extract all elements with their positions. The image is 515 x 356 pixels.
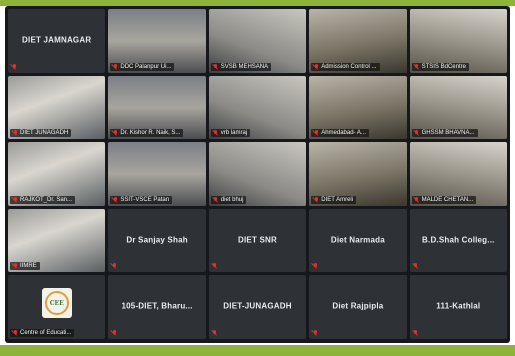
participant-name-tag: vrb lamraj xyxy=(210,129,251,138)
participant-tile[interactable]: 111-Kathlal xyxy=(409,275,507,339)
participant-name-tag: Ahmedabad- A... xyxy=(311,129,369,138)
muted-mic-icon xyxy=(414,196,420,203)
participant-name-tag: IIMRE xyxy=(10,262,40,271)
muted-mic-icon xyxy=(12,263,18,269)
participant-tile[interactable]: GHSSM BHAVNA... xyxy=(409,75,507,140)
participant-name-tag: Admission Control ... xyxy=(311,62,380,71)
participant-tile[interactable]: RAJKOT_Dr. San... xyxy=(8,142,106,206)
muted-mic-icon xyxy=(413,263,419,269)
participant-name-tag: SVSB MEHSANA xyxy=(210,62,272,71)
participant-name: IIMRE xyxy=(20,263,37,270)
participant-name: Centre of Educati... xyxy=(20,329,72,336)
muted-mic-icon xyxy=(414,130,420,136)
participant-name: DDC Palanpur Ui... xyxy=(120,63,172,70)
participant-tile[interactable]: Ahmedabad- A... xyxy=(309,75,407,140)
participant-tile[interactable]: DIET-JUNAGADH xyxy=(208,275,307,339)
participant-name: GHSSM BHAVNA... xyxy=(421,130,475,137)
muted-mic-icon xyxy=(212,329,218,336)
muted-mic-icon xyxy=(312,263,318,269)
muted-mic-icon xyxy=(313,63,319,70)
participant-name-tag: RAJKOT_Dr. San... xyxy=(10,195,76,204)
muted-mic-icon xyxy=(213,196,219,203)
participant-name: SSIT-VSCE Patan xyxy=(120,196,170,203)
participant-name: diet bhuj xyxy=(220,196,244,203)
participant-tile[interactable]: CEE Centre of Educati... xyxy=(8,275,106,339)
participant-name: DIET-JUNAGADH xyxy=(223,301,292,311)
participant-tile[interactable]: SSIT-VSCE Patan xyxy=(108,142,206,206)
participant-name-tag: DDC Palanpur Ui... xyxy=(110,62,175,71)
participant-tile[interactable]: B.D.Shah Colleg... xyxy=(409,208,507,273)
participant-name: STSIS BdCentre xyxy=(421,63,466,70)
participant-tile[interactable]: 105-DIET, Bharu... xyxy=(108,275,206,339)
participant-tile[interactable]: DIET JUNAGADH xyxy=(8,75,106,140)
participant-name: Diet Rajpipla xyxy=(332,301,384,311)
participant-tile[interactable]: IIMRE xyxy=(8,208,106,273)
participant-name: RAJKOT_Dr. San... xyxy=(20,196,73,203)
muted-mic-icon xyxy=(414,63,420,70)
photo-frame: DIET JAMNAGAR DDC Palanpur Ui... SVSB MEHS… xyxy=(0,0,515,356)
participant-tile[interactable]: STSIS BdCentre xyxy=(409,9,507,73)
participant-tile[interactable]: Admission Control ... xyxy=(309,9,407,73)
participant-tile[interactable]: DDC Palanpur Ui... xyxy=(108,9,206,73)
muted-mic-icon xyxy=(111,329,117,336)
participant-tile[interactable]: Dr. Kishor R. Naik, S... xyxy=(108,75,206,140)
institution-logo-icon: CEE xyxy=(41,288,72,319)
participant-name: DIET JAMNAGAR xyxy=(22,35,92,45)
muted-mic-icon xyxy=(11,63,17,70)
participant-name: B.D.Shah Colleg... xyxy=(422,235,495,245)
participant-name: Diet Narmada xyxy=(330,235,385,245)
muted-mic-icon xyxy=(413,329,419,336)
muted-mic-icon xyxy=(213,63,219,70)
participant-name-tag: DIET Amreli xyxy=(311,195,357,204)
muted-mic-icon xyxy=(112,63,118,70)
muted-mic-icon xyxy=(313,196,319,203)
participant-tile[interactable]: diet bhuj xyxy=(208,142,307,206)
participant-tile[interactable]: Diet Narmada xyxy=(309,208,407,273)
participant-tile[interactable]: DIET JAMNAGAR xyxy=(8,9,106,73)
muted-mic-icon xyxy=(312,329,318,336)
participant-name-tag: MALDE CHETAN... xyxy=(411,195,477,204)
video-conference-screen: DIET JAMNAGAR DDC Palanpur Ui... SVSB MEHS… xyxy=(5,6,510,343)
participant-name: DIET SNR xyxy=(238,235,277,245)
bottom-accent-bar xyxy=(0,345,515,356)
muted-mic-icon xyxy=(212,263,218,269)
participant-name: SVSB MEHSANA xyxy=(220,63,269,70)
participant-name-tag: STSIS BdCentre xyxy=(411,62,469,71)
participant-name-tag: SSIT-VSCE Patan xyxy=(110,195,173,204)
participant-tile[interactable]: SVSB MEHSANA xyxy=(208,9,307,73)
participant-grid: DIET JAMNAGAR DDC Palanpur Ui... SVSB MEHS… xyxy=(8,9,507,339)
participant-name: MALDE CHETAN... xyxy=(421,196,474,203)
participant-name: DIET Amreli xyxy=(321,196,354,203)
participant-tile[interactable]: MALDE CHETAN... xyxy=(409,142,507,206)
muted-mic-icon xyxy=(213,130,219,136)
participant-tile[interactable]: DIET Amreli xyxy=(309,142,407,206)
muted-mic-icon xyxy=(12,329,18,336)
participant-tile[interactable]: Dr Sanjay Shah xyxy=(108,208,206,273)
muted-mic-icon xyxy=(12,130,18,136)
participant-name: vrb lamraj xyxy=(220,130,248,137)
logo-emblem: CEE xyxy=(44,291,69,316)
participant-name-tag: Dr. Kishor R. Naik, S... xyxy=(110,129,184,138)
muted-mic-icon xyxy=(112,196,118,203)
participant-name-tag: DIET JUNAGADH xyxy=(10,129,72,138)
participant-name-tag: diet bhuj xyxy=(210,195,247,204)
muted-mic-icon xyxy=(313,130,319,136)
participant-name: Dr. Kishor R. Naik, S... xyxy=(120,130,181,137)
participant-tile[interactable]: DIET SNR xyxy=(208,208,307,273)
muted-mic-icon xyxy=(12,196,18,203)
participant-name: Admission Control ... xyxy=(321,63,377,70)
participant-name: DIET JUNAGADH xyxy=(20,130,69,137)
participant-tile[interactable]: vrb lamraj xyxy=(208,75,307,140)
participant-name: 111-Kathlal xyxy=(436,301,481,311)
participant-name-tag: GHSSM BHAVNA... xyxy=(411,129,478,138)
muted-mic-icon xyxy=(112,130,118,136)
participant-tile[interactable]: Diet Rajpipla xyxy=(309,275,407,339)
participant-name-tag: Centre of Educati... xyxy=(10,328,75,337)
participant-name: Ahmedabad- A... xyxy=(321,130,366,137)
muted-mic-icon xyxy=(111,263,117,269)
participant-name: 105-DIET, Bharu... xyxy=(121,301,193,311)
participant-name: Dr Sanjay Shah xyxy=(126,235,188,245)
